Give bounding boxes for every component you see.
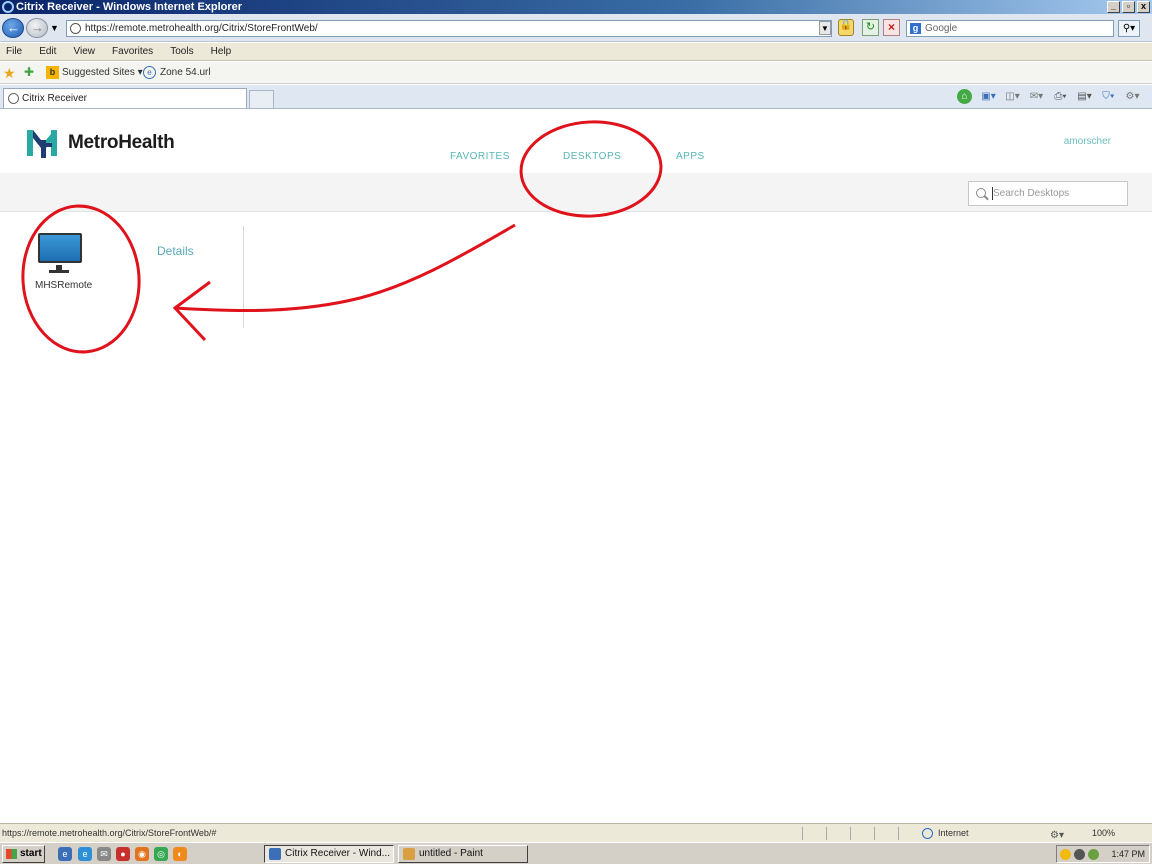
annotation-arrow-curve bbox=[174, 223, 516, 313]
brand-name: MetroHealth bbox=[68, 132, 175, 153]
add-favorite-icon[interactable]: ✚ bbox=[24, 65, 40, 81]
clock[interactable]: 1:47 PM bbox=[1111, 846, 1145, 862]
recent-pages-dropdown[interactable]: ▼ bbox=[50, 23, 59, 33]
zoom-level[interactable]: 100% bbox=[1092, 824, 1115, 842]
nav-apps[interactable]: APPS bbox=[676, 151, 705, 162]
menu-favorites[interactable]: Favorites bbox=[112, 43, 153, 61]
menu-file[interactable]: File bbox=[6, 43, 22, 61]
menu-tools[interactable]: Tools bbox=[170, 43, 193, 61]
lock-icon[interactable]: 🔒 bbox=[838, 19, 854, 36]
new-tab-button[interactable] bbox=[249, 90, 274, 108]
taskbar-window-ie[interactable]: Citrix Receiver - Wind... bbox=[264, 845, 394, 863]
divider bbox=[243, 226, 244, 328]
search-button[interactable]: ⚲▾ bbox=[1118, 20, 1140, 37]
system-tray: 1:47 PM bbox=[1056, 845, 1150, 863]
windows-flag-icon bbox=[6, 849, 17, 859]
ie-quicklaunch-icon[interactable]: e bbox=[58, 847, 72, 861]
chrome-quicklaunch-icon[interactable]: ◎ bbox=[154, 847, 168, 861]
tab-row: Citrix Receiver ⌂ ▣▾ ◫▾ ✉▾ ⎙▾ ▤▾ ⛉▾ ⚙▾ bbox=[0, 85, 1152, 109]
annotation-arrow-head bbox=[172, 280, 211, 342]
address-row: ← → ▼ https://remote.metrohealth.org/Cit… bbox=[0, 14, 1152, 42]
google-icon: g bbox=[910, 23, 921, 34]
address-dropdown[interactable]: ▼ bbox=[819, 21, 831, 35]
search-bar-strip: Search Desktops bbox=[0, 173, 1152, 212]
globe-icon bbox=[922, 828, 933, 839]
close-button[interactable]: x bbox=[1137, 1, 1150, 13]
command-bar: ⌂ ▣▾ ◫▾ ✉▾ ⎙▾ ▤▾ ⛉▾ ⚙▾ bbox=[957, 89, 1140, 104]
address-input[interactable]: https://remote.metrohealth.org/Citrix/St… bbox=[66, 20, 832, 37]
window-title: Citrix Receiver - Windows Internet Explo… bbox=[16, 1, 243, 13]
outlook-quicklaunch-icon[interactable]: ✉ bbox=[97, 847, 111, 861]
metrohealth-logo-icon bbox=[27, 130, 57, 158]
search-icon bbox=[976, 188, 986, 198]
refresh-icon[interactable]: ↻ bbox=[862, 19, 879, 36]
favorites-star-icon[interactable]: ★ bbox=[3, 65, 16, 82]
nav-desktops[interactable]: DESKTOPS bbox=[563, 151, 621, 162]
details-link[interactable]: Details bbox=[157, 244, 194, 258]
back-button[interactable]: ← bbox=[2, 18, 24, 38]
menu-bar: File Edit View Favorites Tools Help bbox=[0, 43, 1152, 61]
page-menu-icon[interactable]: ▤▾ bbox=[1077, 89, 1092, 104]
favorite-suggested-sites[interactable]: Suggested Sites ▾ bbox=[62, 66, 143, 80]
start-button[interactable]: start bbox=[2, 845, 45, 863]
volume-icon[interactable] bbox=[1088, 849, 1099, 860]
window-titlebar: Citrix Receiver - Windows Internet Explo… bbox=[0, 0, 1152, 14]
stop-icon[interactable]: × bbox=[883, 19, 900, 36]
page-icon bbox=[70, 23, 81, 34]
taskbar: start e e ✉ ● ◉ ◎ ◐ Citrix Receiver - Wi… bbox=[0, 842, 1152, 864]
desktop-search-placeholder: Search Desktops bbox=[993, 188, 1070, 199]
tray-icon-1[interactable] bbox=[1060, 849, 1071, 860]
forward-icon: → bbox=[31, 20, 44, 35]
minimize-button[interactable]: _ bbox=[1107, 1, 1120, 13]
taskbar-window-ie-label: Citrix Receiver - Wind... bbox=[285, 848, 391, 859]
tab-label: Citrix Receiver bbox=[22, 93, 88, 104]
favorite-zone54[interactable]: Zone 54.url bbox=[160, 66, 211, 80]
restore-button[interactable]: ▫ bbox=[1122, 1, 1135, 13]
search-input[interactable]: g Google bbox=[906, 20, 1114, 37]
desktop-name: MHSRemote bbox=[35, 280, 93, 291]
forward-button[interactable]: → bbox=[26, 18, 48, 38]
user-menu[interactable]: amorscher bbox=[1064, 136, 1111, 147]
app2-quicklaunch-icon[interactable]: ◐ bbox=[173, 847, 187, 861]
annotation-layer bbox=[21, 120, 663, 354]
bing-icon: b bbox=[46, 66, 59, 79]
address-text: https://remote.metrohealth.org/Citrix/St… bbox=[85, 23, 318, 34]
menu-help[interactable]: Help bbox=[211, 43, 232, 61]
page-icon bbox=[8, 93, 19, 104]
ie-icon bbox=[269, 848, 281, 860]
menu-edit[interactable]: Edit bbox=[39, 43, 56, 61]
firefox-quicklaunch-icon[interactable]: ◉ bbox=[135, 847, 149, 861]
taskbar-window-paint[interactable]: untitled - Paint bbox=[398, 845, 528, 863]
status-url: https://remote.metrohealth.org/Citrix/St… bbox=[2, 828, 217, 838]
mail-icon[interactable]: ✉▾ bbox=[1029, 89, 1044, 104]
start-label: start bbox=[20, 848, 42, 859]
app-quicklaunch-icon[interactable]: ● bbox=[116, 847, 130, 861]
ie-quicklaunch-icon-2[interactable]: e bbox=[78, 847, 92, 861]
nav-favorites[interactable]: FAVORITES bbox=[450, 151, 510, 162]
favorites-bar: ★ ✚ b Suggested Sites ▾ e Zone 54.url bbox=[0, 62, 1152, 84]
citrix-storefront-page: MetroHealth FAVORITES DESKTOPS APPS amor… bbox=[0, 110, 1152, 823]
tab-citrix-receiver[interactable]: Citrix Receiver bbox=[3, 88, 247, 108]
desktop-search-input[interactable]: Search Desktops bbox=[968, 181, 1128, 206]
storefront-header: MetroHealth FAVORITES DESKTOPS APPS amor… bbox=[0, 110, 1152, 173]
tray-icon-2[interactable] bbox=[1074, 849, 1085, 860]
safety-icon[interactable]: ⛉▾ bbox=[1101, 89, 1116, 104]
taskbar-window-paint-label: untitled - Paint bbox=[419, 848, 483, 859]
paint-icon bbox=[403, 848, 415, 860]
search-placeholder: Google bbox=[925, 23, 958, 34]
home-icon[interactable]: ⌂ bbox=[957, 89, 972, 104]
ie-page-icon: e bbox=[143, 66, 156, 79]
desktop-tile-mhsremote[interactable]: MHSRemote bbox=[26, 230, 116, 300]
monitor-icon bbox=[38, 233, 82, 263]
gear-icon[interactable]: ⚙▾ bbox=[1125, 89, 1140, 104]
back-icon: ← bbox=[7, 20, 20, 35]
security-zone[interactable]: Internet bbox=[938, 824, 969, 842]
text-caret bbox=[992, 187, 993, 200]
menu-view[interactable]: View bbox=[73, 43, 95, 61]
tools-dropdown-icon[interactable]: ▣▾ bbox=[981, 89, 996, 104]
ie-logo-icon bbox=[2, 1, 14, 13]
feeds-icon[interactable]: ◫▾ bbox=[1005, 89, 1020, 104]
print-icon[interactable]: ⎙▾ bbox=[1053, 89, 1068, 104]
status-bar: https://remote.metrohealth.org/Citrix/St… bbox=[0, 823, 1152, 842]
